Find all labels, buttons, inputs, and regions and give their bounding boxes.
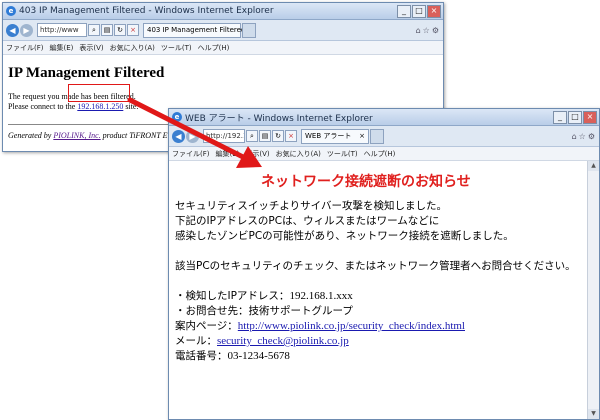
- generated-prefix: Generated by: [8, 131, 52, 140]
- menu-bar: ファイル(F) 編集(E) 表示(V) お気に入り(A) ツール(T) ヘルプ(…: [3, 41, 443, 55]
- close-button[interactable]: ×: [427, 4, 441, 18]
- tab-label: 403 IP Management Filtered: [147, 26, 246, 34]
- menu-view[interactable]: 表示(V): [79, 43, 103, 53]
- ie-logo-icon: e: [6, 6, 16, 16]
- mail-line: メール：security_check@piolink.co.jp: [175, 334, 576, 349]
- compat-view-icon[interactable]: ▤: [101, 24, 113, 36]
- connect-suffix: site.: [125, 102, 139, 111]
- page-heading: IP Management Filtered: [8, 65, 165, 81]
- close-button[interactable]: ×: [583, 110, 597, 124]
- tools-gear-icon[interactable]: ⚙: [432, 26, 439, 35]
- connect-ip-link[interactable]: 192.168.1.250: [77, 102, 123, 111]
- para1-line3: 感染したゾンビPCの可能性があり、ネットワーク接続を遮断しました。: [175, 230, 514, 242]
- scroll-up-icon[interactable]: ▲: [588, 161, 599, 171]
- menu-help[interactable]: ヘルプ(H): [198, 43, 230, 53]
- menu-file[interactable]: ファイル(F): [172, 149, 210, 159]
- stop-icon[interactable]: ×: [285, 130, 297, 142]
- guide-label: 案内ページ：: [175, 320, 238, 332]
- address-text: http://192.1: [206, 132, 245, 140]
- page-viewport: ネットワーク接続遮断のお知らせ セキュリティスイッチよりサイバー攻撃を検知しまし…: [169, 161, 599, 419]
- address-bar[interactable]: http://192.1: [203, 129, 245, 143]
- ip-highlight-box: [68, 84, 130, 102]
- para2: 該当PCのセキュリティのチェック、またはネットワーク管理者へお問合せください。: [175, 260, 576, 272]
- refresh-icon[interactable]: ↻: [114, 24, 126, 36]
- forward-arrow-icon[interactable]: ▶: [186, 129, 199, 143]
- navigation-bar: ◀ ▶ http://www ⌕ ▤ ↻ × 403 IP Management…: [3, 20, 443, 41]
- vertical-scrollbar[interactable]: ▲ ▼: [587, 161, 599, 419]
- search-icon[interactable]: ⌕: [246, 130, 258, 142]
- guide-url-link[interactable]: http://www.piolink.co.jp/security_check/…: [238, 320, 465, 332]
- piolink-link[interactable]: PIOLINK, Inc.: [53, 131, 100, 140]
- tab-active[interactable]: WEB アラート ×: [301, 128, 369, 144]
- browser-window-alert: e WEB アラート - Windows Internet Explorer _…: [168, 108, 600, 420]
- window-title: 403 IP Management Filtered - Windows Int…: [19, 6, 274, 16]
- mail-label: メール：: [175, 335, 217, 347]
- home-icon[interactable]: ⌂: [416, 26, 421, 35]
- menu-favorites[interactable]: お気に入り(A): [110, 43, 155, 53]
- window-title: WEB アラート - Windows Internet Explorer: [185, 113, 373, 124]
- contact-line: ・お問合せ先：技術サポートグループ: [175, 305, 353, 317]
- menu-edit[interactable]: 編集(E): [50, 43, 74, 53]
- menu-tools[interactable]: ツール(T): [327, 149, 358, 159]
- notice-title: ネットワーク接続遮断のお知らせ: [261, 174, 471, 190]
- menu-bar: ファイル(F) 編集(E) 表示(V) お気に入り(A) ツール(T) ヘルプ(…: [169, 147, 599, 161]
- back-arrow-icon[interactable]: ◀: [172, 129, 185, 143]
- menu-favorites[interactable]: お気に入り(A): [276, 149, 321, 159]
- para1-line2: 下記のIPアドレスのPCは、ウィルスまたはワームなどに: [175, 215, 440, 227]
- menu-file[interactable]: ファイル(F): [6, 43, 44, 53]
- new-tab-button[interactable]: [242, 22, 256, 38]
- favorites-star-icon[interactable]: ☆: [423, 26, 430, 35]
- detected-ip-label: ・検知したIPアドレス：: [175, 290, 290, 302]
- minimize-button[interactable]: _: [397, 4, 411, 18]
- search-icon[interactable]: ⌕: [88, 24, 100, 36]
- navigation-bar: ◀ ▶ http://192.1 ⌕ ▤ ↻ × WEB アラート × ⌂ ☆ …: [169, 126, 599, 147]
- refresh-icon[interactable]: ↻: [272, 130, 284, 142]
- back-arrow-icon[interactable]: ◀: [6, 23, 19, 37]
- ie-logo-icon: e: [172, 112, 182, 122]
- phone-line: 電話番号：03-1234-5678: [175, 349, 576, 364]
- home-icon[interactable]: ⌂: [572, 132, 577, 141]
- phone-value: 03-1234-5678: [227, 350, 290, 362]
- maximize-button[interactable]: □: [568, 110, 582, 124]
- compat-view-icon[interactable]: ▤: [259, 130, 271, 142]
- tab-close-icon[interactable]: ×: [359, 132, 365, 140]
- alert-page-content: ネットワーク接続遮断のお知らせ セキュリティスイッチよりサイバー攻撃を検知しまし…: [169, 161, 587, 419]
- para1-line1: セキュリティスイッチよりサイバー攻撃を検知しました。: [175, 200, 447, 212]
- mail-link[interactable]: security_check@piolink.co.jp: [217, 335, 349, 347]
- menu-help[interactable]: ヘルプ(H): [364, 149, 396, 159]
- address-bar[interactable]: http://www: [37, 23, 87, 37]
- tab-label: WEB アラート: [305, 132, 352, 140]
- tab-active[interactable]: 403 IP Management Filtered ×: [143, 22, 251, 38]
- title-bar[interactable]: e 403 IP Management Filtered - Windows I…: [3, 3, 443, 20]
- maximize-button[interactable]: □: [412, 4, 426, 18]
- menu-tools[interactable]: ツール(T): [161, 43, 192, 53]
- favorites-star-icon[interactable]: ☆: [579, 132, 586, 141]
- detected-ip-line: ・検知したIPアドレス：192.168.1.xxx: [175, 289, 576, 304]
- detected-ip-value: 192.168.1.xxx: [289, 290, 353, 302]
- phone-label: 電話番号：: [175, 350, 228, 362]
- menu-view[interactable]: 表示(V): [245, 149, 269, 159]
- scroll-down-icon[interactable]: ▼: [588, 409, 599, 419]
- forward-arrow-icon[interactable]: ▶: [20, 23, 33, 37]
- generated-suffix: product TiFRONT E: [102, 131, 168, 140]
- connect-prefix: Please connect to the: [8, 102, 76, 111]
- title-bar[interactable]: e WEB アラート - Windows Internet Explorer _…: [169, 109, 599, 126]
- stop-icon[interactable]: ×: [127, 24, 139, 36]
- tools-gear-icon[interactable]: ⚙: [588, 132, 595, 141]
- menu-edit[interactable]: 編集(E): [216, 149, 240, 159]
- guide-line: 案内ページ：http://www.piolink.co.jp/security_…: [175, 319, 576, 334]
- notice-body: セキュリティスイッチよりサイバー攻撃を検知しました。 下記のIPアドレスのPCは…: [175, 199, 576, 364]
- new-tab-button[interactable]: [370, 128, 384, 144]
- minimize-button[interactable]: _: [553, 110, 567, 124]
- address-text: http://www: [40, 26, 79, 34]
